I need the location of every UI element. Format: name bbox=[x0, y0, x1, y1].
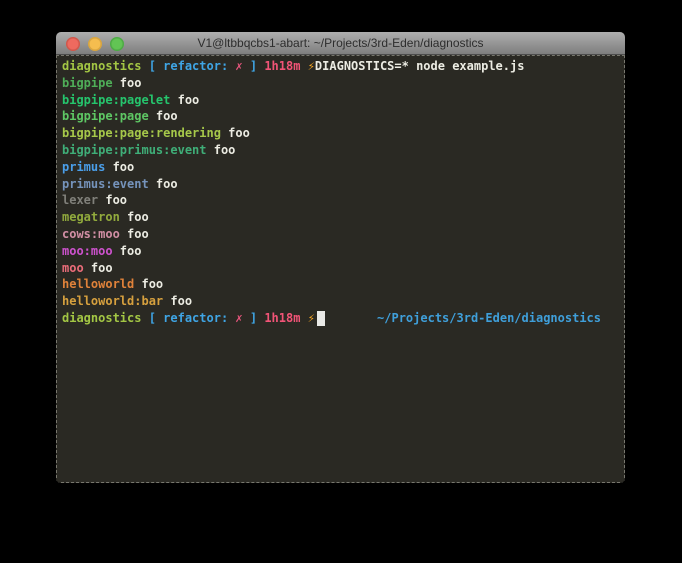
terminal-text-segment: primus bbox=[62, 159, 105, 176]
terminal-line: helloworld:bar foo bbox=[62, 293, 619, 310]
terminal-text-segment: foo bbox=[149, 108, 178, 125]
desktop-background: V1@ltbbqcbs1-abart: ~/Projects/3rd-Eden/… bbox=[0, 0, 682, 563]
terminal-text-segment: [ refactor: bbox=[141, 310, 235, 327]
terminal-text-segment: cows:moo bbox=[62, 226, 120, 243]
terminal-text-segment: foo bbox=[207, 142, 236, 159]
terminal-text-segment: foo bbox=[120, 209, 149, 226]
terminal-line: cows:moo foo bbox=[62, 226, 619, 243]
terminal-text-segment: bigpipe:page:rendering bbox=[62, 125, 221, 142]
terminal-text-segment: foo bbox=[113, 75, 142, 92]
terminal-text-segment: helloworld bbox=[62, 276, 134, 293]
terminal-content[interactable]: diagnostics [ refactor: ✗ ] 1h18m ⚡DIAGN… bbox=[56, 55, 625, 483]
terminal-text-segment: bigpipe:pagelet bbox=[62, 92, 170, 109]
terminal-text-segment: bigpipe bbox=[62, 75, 113, 92]
terminal-text-segment: megatron bbox=[62, 209, 120, 226]
terminal-text-segment: foo bbox=[221, 125, 250, 142]
terminal-text-segment: helloworld:bar bbox=[62, 293, 163, 310]
prompt-right-path: ~/Projects/3rd-Eden/diagnostics bbox=[377, 310, 619, 327]
terminal-text-segment: ✗ bbox=[235, 310, 242, 327]
terminal-text-segment: bigpipe:page bbox=[62, 108, 149, 125]
terminal-text-segment: foo bbox=[84, 260, 113, 277]
terminal-text-segment: moo bbox=[62, 260, 84, 277]
terminal-text-segment: primus:event bbox=[62, 176, 149, 193]
terminal-text-segment bbox=[300, 310, 307, 327]
terminal-line: megatron foo bbox=[62, 209, 619, 226]
terminal-text-segment: foo bbox=[170, 92, 199, 109]
terminal-line: moo:moo foo bbox=[62, 243, 619, 260]
terminal-text-segment: foo bbox=[120, 226, 149, 243]
terminal-line: bigpipe:pagelet foo bbox=[62, 92, 619, 109]
terminal-text-segment: ✗ bbox=[235, 58, 242, 75]
terminal-line: bigpipe:primus:event foo bbox=[62, 142, 619, 159]
terminal-text-segment: foo bbox=[134, 276, 163, 293]
minimize-button[interactable] bbox=[88, 37, 102, 51]
terminal-text-segment: [ refactor: bbox=[141, 58, 235, 75]
terminal-text-segment: ⚡ bbox=[308, 58, 315, 75]
terminal-text-segment: diagnostics bbox=[62, 310, 141, 327]
terminal-text-segment: ] bbox=[243, 58, 265, 75]
terminal-line: diagnostics [ refactor: ✗ ] 1h18m ⚡DIAGN… bbox=[62, 58, 619, 75]
terminal-text-segment bbox=[300, 58, 307, 75]
terminal-window: V1@ltbbqcbs1-abart: ~/Projects/3rd-Eden/… bbox=[56, 32, 625, 483]
titlebar[interactable]: V1@ltbbqcbs1-abart: ~/Projects/3rd-Eden/… bbox=[56, 32, 625, 55]
terminal-line: moo foo bbox=[62, 260, 619, 277]
terminal-line: helloworld foo bbox=[62, 276, 619, 293]
terminal-line: bigpipe:page:rendering foo bbox=[62, 125, 619, 142]
terminal-line: bigpipe:page foo bbox=[62, 108, 619, 125]
terminal-line: diagnostics [ refactor: ✗ ] 1h18m ⚡ ~/Pro… bbox=[62, 310, 619, 327]
terminal-text-segment: DIAGNOSTICS=* node example.js bbox=[315, 58, 525, 75]
terminal-text-segment: bigpipe:primus:event bbox=[62, 142, 207, 159]
terminal-text-segment: diagnostics bbox=[62, 58, 141, 75]
terminal-text-segment: foo bbox=[98, 192, 127, 209]
terminal-text-segment: foo bbox=[149, 176, 178, 193]
zoom-button[interactable] bbox=[110, 37, 124, 51]
terminal-text-segment: lexer bbox=[62, 192, 98, 209]
window-title: V1@ltbbqcbs1-abart: ~/Projects/3rd-Eden/… bbox=[56, 32, 625, 54]
terminal-line: lexer foo bbox=[62, 192, 619, 209]
terminal-text-segment: moo:moo bbox=[62, 243, 113, 260]
terminal-text-segment: foo bbox=[113, 243, 142, 260]
terminal-text-segment: foo bbox=[105, 159, 134, 176]
terminal-text-segment: 1h18m bbox=[264, 310, 300, 327]
terminal-line: primus foo bbox=[62, 159, 619, 176]
terminal-line: bigpipe foo bbox=[62, 75, 619, 92]
traffic-lights bbox=[66, 37, 124, 51]
terminal-cursor bbox=[317, 311, 325, 326]
terminal-text-segment: foo bbox=[163, 293, 192, 310]
terminal-text-segment: 1h18m bbox=[264, 58, 300, 75]
terminal-line: primus:event foo bbox=[62, 176, 619, 193]
terminal-text-segment: ⚡ bbox=[308, 310, 315, 327]
close-button[interactable] bbox=[66, 37, 80, 51]
terminal-text-segment: ] bbox=[243, 310, 265, 327]
